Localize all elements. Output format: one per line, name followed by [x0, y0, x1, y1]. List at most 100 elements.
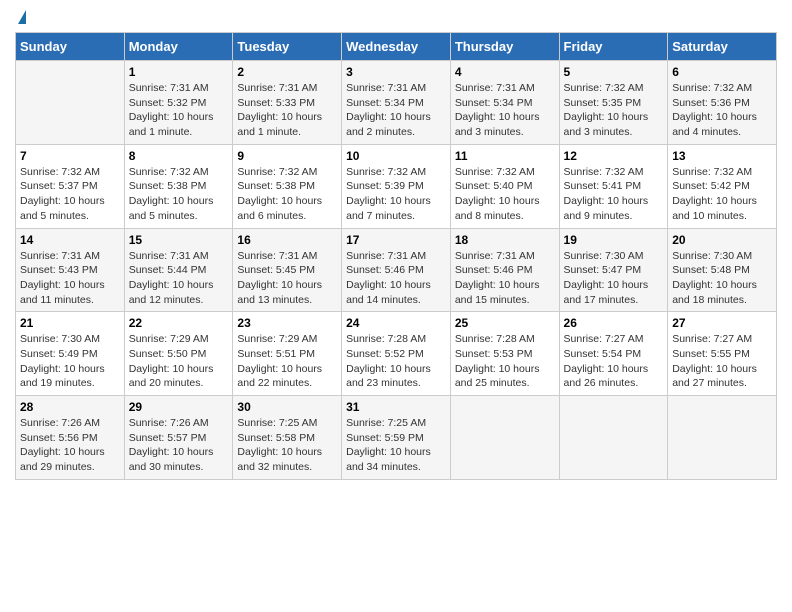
day-number: 20: [672, 233, 772, 247]
day-number: 3: [346, 65, 446, 79]
day-number: 18: [455, 233, 555, 247]
calendar-cell: 4 Sunrise: 7:31 AMSunset: 5:34 PMDayligh…: [450, 61, 559, 145]
calendar-cell: 30 Sunrise: 7:25 AMSunset: 5:58 PMDaylig…: [233, 396, 342, 480]
calendar-cell: 29 Sunrise: 7:26 AMSunset: 5:57 PMDaylig…: [124, 396, 233, 480]
day-number: 5: [564, 65, 664, 79]
calendar-cell: 15 Sunrise: 7:31 AMSunset: 5:44 PMDaylig…: [124, 228, 233, 312]
day-info: Sunrise: 7:30 AMSunset: 5:47 PMDaylight:…: [564, 250, 649, 306]
day-info: Sunrise: 7:30 AMSunset: 5:49 PMDaylight:…: [20, 333, 105, 389]
day-info: Sunrise: 7:31 AMSunset: 5:34 PMDaylight:…: [346, 82, 431, 138]
header-cell-sunday: Sunday: [16, 33, 125, 61]
calendar-cell: 31 Sunrise: 7:25 AMSunset: 5:59 PMDaylig…: [342, 396, 451, 480]
day-number: 19: [564, 233, 664, 247]
day-info: Sunrise: 7:31 AMSunset: 5:46 PMDaylight:…: [346, 250, 431, 306]
day-info: Sunrise: 7:30 AMSunset: 5:48 PMDaylight:…: [672, 250, 757, 306]
day-number: 7: [20, 149, 120, 163]
calendar-cell: 20 Sunrise: 7:30 AMSunset: 5:48 PMDaylig…: [668, 228, 777, 312]
day-info: Sunrise: 7:29 AMSunset: 5:50 PMDaylight:…: [129, 333, 214, 389]
calendar-cell: 19 Sunrise: 7:30 AMSunset: 5:47 PMDaylig…: [559, 228, 668, 312]
day-number: 6: [672, 65, 772, 79]
day-number: 17: [346, 233, 446, 247]
day-number: 1: [129, 65, 229, 79]
calendar-cell: [559, 396, 668, 480]
calendar-cell: 13 Sunrise: 7:32 AMSunset: 5:42 PMDaylig…: [668, 144, 777, 228]
day-info: Sunrise: 7:32 AMSunset: 5:35 PMDaylight:…: [564, 82, 649, 138]
week-row-3: 14 Sunrise: 7:31 AMSunset: 5:43 PMDaylig…: [16, 228, 777, 312]
day-info: Sunrise: 7:32 AMSunset: 5:38 PMDaylight:…: [237, 166, 322, 222]
header-cell-thursday: Thursday: [450, 33, 559, 61]
day-number: 15: [129, 233, 229, 247]
day-info: Sunrise: 7:31 AMSunset: 5:33 PMDaylight:…: [237, 82, 322, 138]
header-cell-tuesday: Tuesday: [233, 33, 342, 61]
day-info: Sunrise: 7:32 AMSunset: 5:38 PMDaylight:…: [129, 166, 214, 222]
calendar-cell: 6 Sunrise: 7:32 AMSunset: 5:36 PMDayligh…: [668, 61, 777, 145]
day-number: 30: [237, 400, 337, 414]
header-cell-friday: Friday: [559, 33, 668, 61]
calendar-cell: 21 Sunrise: 7:30 AMSunset: 5:49 PMDaylig…: [16, 312, 125, 396]
day-info: Sunrise: 7:31 AMSunset: 5:34 PMDaylight:…: [455, 82, 540, 138]
day-number: 24: [346, 316, 446, 330]
calendar-cell: 28 Sunrise: 7:26 AMSunset: 5:56 PMDaylig…: [16, 396, 125, 480]
calendar-cell: 11 Sunrise: 7:32 AMSunset: 5:40 PMDaylig…: [450, 144, 559, 228]
calendar-cell: 5 Sunrise: 7:32 AMSunset: 5:35 PMDayligh…: [559, 61, 668, 145]
calendar-cell: 3 Sunrise: 7:31 AMSunset: 5:34 PMDayligh…: [342, 61, 451, 145]
day-number: 2: [237, 65, 337, 79]
calendar-cell: 16 Sunrise: 7:31 AMSunset: 5:45 PMDaylig…: [233, 228, 342, 312]
day-info: Sunrise: 7:31 AMSunset: 5:45 PMDaylight:…: [237, 250, 322, 306]
day-number: 16: [237, 233, 337, 247]
logo-icon: [18, 10, 26, 24]
day-info: Sunrise: 7:32 AMSunset: 5:40 PMDaylight:…: [455, 166, 540, 222]
day-number: 13: [672, 149, 772, 163]
calendar-cell: 23 Sunrise: 7:29 AMSunset: 5:51 PMDaylig…: [233, 312, 342, 396]
day-number: 9: [237, 149, 337, 163]
day-info: Sunrise: 7:29 AMSunset: 5:51 PMDaylight:…: [237, 333, 322, 389]
calendar-cell: 25 Sunrise: 7:28 AMSunset: 5:53 PMDaylig…: [450, 312, 559, 396]
week-row-1: 1 Sunrise: 7:31 AMSunset: 5:32 PMDayligh…: [16, 61, 777, 145]
day-number: 11: [455, 149, 555, 163]
week-row-4: 21 Sunrise: 7:30 AMSunset: 5:49 PMDaylig…: [16, 312, 777, 396]
calendar-cell: 27 Sunrise: 7:27 AMSunset: 5:55 PMDaylig…: [668, 312, 777, 396]
logo: [15, 10, 26, 24]
week-row-5: 28 Sunrise: 7:26 AMSunset: 5:56 PMDaylig…: [16, 396, 777, 480]
day-info: Sunrise: 7:27 AMSunset: 5:55 PMDaylight:…: [672, 333, 757, 389]
day-number: 10: [346, 149, 446, 163]
day-number: 8: [129, 149, 229, 163]
week-row-2: 7 Sunrise: 7:32 AMSunset: 5:37 PMDayligh…: [16, 144, 777, 228]
calendar-cell: [450, 396, 559, 480]
calendar-cell: [16, 61, 125, 145]
day-number: 12: [564, 149, 664, 163]
calendar-cell: [668, 396, 777, 480]
day-number: 4: [455, 65, 555, 79]
day-info: Sunrise: 7:28 AMSunset: 5:52 PMDaylight:…: [346, 333, 431, 389]
day-info: Sunrise: 7:31 AMSunset: 5:44 PMDaylight:…: [129, 250, 214, 306]
day-info: Sunrise: 7:28 AMSunset: 5:53 PMDaylight:…: [455, 333, 540, 389]
day-info: Sunrise: 7:25 AMSunset: 5:59 PMDaylight:…: [346, 417, 431, 473]
calendar-table: SundayMondayTuesdayWednesdayThursdayFrid…: [15, 32, 777, 480]
calendar-cell: 14 Sunrise: 7:31 AMSunset: 5:43 PMDaylig…: [16, 228, 125, 312]
day-info: Sunrise: 7:26 AMSunset: 5:56 PMDaylight:…: [20, 417, 105, 473]
calendar-cell: 8 Sunrise: 7:32 AMSunset: 5:38 PMDayligh…: [124, 144, 233, 228]
header-cell-wednesday: Wednesday: [342, 33, 451, 61]
day-number: 22: [129, 316, 229, 330]
day-info: Sunrise: 7:31 AMSunset: 5:43 PMDaylight:…: [20, 250, 105, 306]
calendar-cell: 12 Sunrise: 7:32 AMSunset: 5:41 PMDaylig…: [559, 144, 668, 228]
calendar-cell: 22 Sunrise: 7:29 AMSunset: 5:50 PMDaylig…: [124, 312, 233, 396]
day-info: Sunrise: 7:25 AMSunset: 5:58 PMDaylight:…: [237, 417, 322, 473]
day-info: Sunrise: 7:32 AMSunset: 5:39 PMDaylight:…: [346, 166, 431, 222]
day-number: 23: [237, 316, 337, 330]
calendar-cell: 17 Sunrise: 7:31 AMSunset: 5:46 PMDaylig…: [342, 228, 451, 312]
day-info: Sunrise: 7:26 AMSunset: 5:57 PMDaylight:…: [129, 417, 214, 473]
day-info: Sunrise: 7:32 AMSunset: 5:42 PMDaylight:…: [672, 166, 757, 222]
calendar-cell: 7 Sunrise: 7:32 AMSunset: 5:37 PMDayligh…: [16, 144, 125, 228]
calendar-cell: 18 Sunrise: 7:31 AMSunset: 5:46 PMDaylig…: [450, 228, 559, 312]
day-info: Sunrise: 7:31 AMSunset: 5:46 PMDaylight:…: [455, 250, 540, 306]
day-info: Sunrise: 7:27 AMSunset: 5:54 PMDaylight:…: [564, 333, 649, 389]
calendar-cell: 26 Sunrise: 7:27 AMSunset: 5:54 PMDaylig…: [559, 312, 668, 396]
day-info: Sunrise: 7:32 AMSunset: 5:37 PMDaylight:…: [20, 166, 105, 222]
day-info: Sunrise: 7:32 AMSunset: 5:41 PMDaylight:…: [564, 166, 649, 222]
day-number: 29: [129, 400, 229, 414]
day-number: 26: [564, 316, 664, 330]
day-info: Sunrise: 7:32 AMSunset: 5:36 PMDaylight:…: [672, 82, 757, 138]
header-cell-monday: Monday: [124, 33, 233, 61]
day-number: 25: [455, 316, 555, 330]
